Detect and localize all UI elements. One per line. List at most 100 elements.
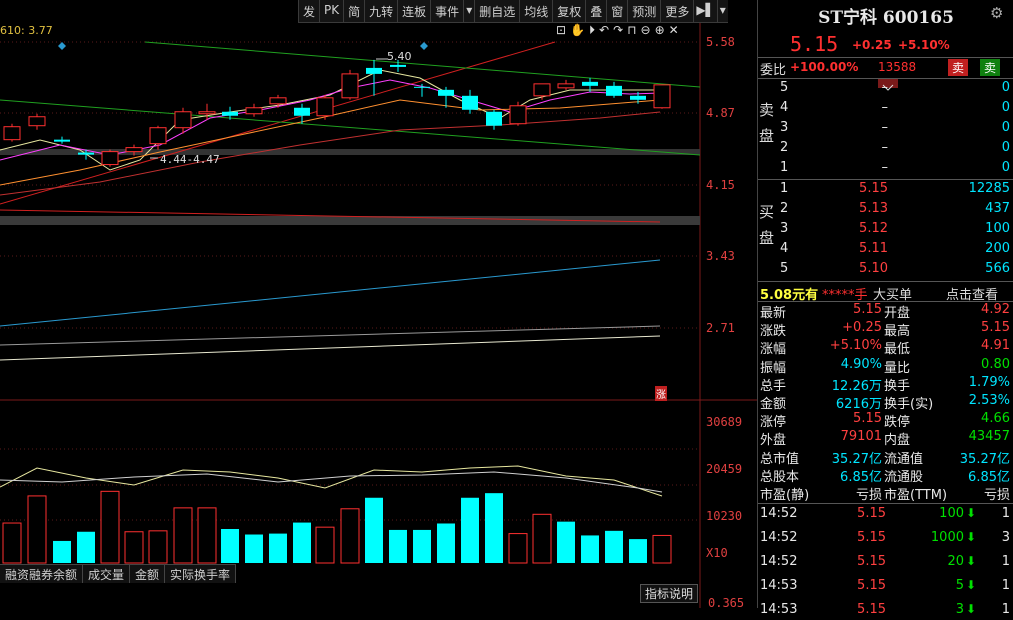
toolbar-item[interactable]: 均线 [519,0,552,22]
candle[interactable] [316,97,334,117]
trend-line[interactable] [0,335,661,361]
volume-bar[interactable] [461,497,479,563]
candle[interactable] [294,107,310,116]
toolbar-item[interactable]: 窗 [606,0,627,22]
candle[interactable] [198,111,216,115]
ask-row[interactable]: 5 – 0 [758,80,1013,98]
candle[interactable] [630,95,646,100]
toolbar-item[interactable]: 预测 [627,0,660,22]
volume-bar[interactable] [77,531,95,563]
volume-bar[interactable] [124,531,144,564]
play-icon[interactable]: ⏵ [589,23,595,38]
stat-row[interactable]: 涨幅 +5.10% 最低 4.91 [758,338,1013,357]
candle[interactable] [462,95,478,110]
candle[interactable] [438,89,454,96]
undo-icon[interactable]: ↶ [599,23,609,38]
candle[interactable] [245,107,263,115]
stat-row[interactable]: 振幅 4.90% 量比 0.80 [758,357,1013,376]
bid-row[interactable]: 1 5.15 12285 [758,181,1013,199]
event-marker-icon[interactable] [58,42,66,50]
stat-row[interactable]: 涨跌 +0.25 最高 5.15 [758,320,1013,339]
candle[interactable] [3,126,21,141]
candle[interactable] [509,105,527,125]
volume-bar[interactable] [315,526,335,564]
volume-bar[interactable] [365,497,383,563]
volume-bar[interactable] [173,507,193,564]
stat-row[interactable]: 最新 5.15 开盘 4.92 [758,302,1013,321]
volume-bar[interactable] [100,490,120,564]
volume-bar[interactable] [485,493,503,563]
tab-amount[interactable]: 金额 [130,565,166,583]
buy-button[interactable]: 卖 [980,59,1001,76]
volume-bar[interactable] [245,534,263,563]
volume-bar[interactable] [148,530,168,564]
volume-bar[interactable] [629,539,647,563]
toolbar-dropdown-icon[interactable]: ▾ [716,0,728,22]
candle[interactable] [366,67,382,74]
hand-icon[interactable]: ✋ [570,23,585,38]
toolbar-item[interactable]: PK [319,0,343,22]
stat-row[interactable]: 涨停 5.15 跌停 4.66 [758,411,1013,430]
candle[interactable] [606,85,622,96]
candle[interactable] [341,73,359,99]
volume-bar[interactable] [652,534,672,564]
trend-line[interactable] [0,259,661,327]
candle[interactable] [486,111,502,126]
stat-row[interactable]: 市盈(静) 亏损 市盈(TTM) 亏损 [758,484,1013,503]
event-marker-icon[interactable] [420,42,428,50]
bid-row[interactable]: 4 5.11 200 [758,241,1013,259]
volume-bar[interactable] [27,495,47,564]
toolbar-item[interactable]: 复权 [552,0,585,22]
volume-bar[interactable] [53,540,71,563]
candle[interactable] [557,83,575,89]
tab-volume[interactable]: 成交量 [83,565,131,583]
lock-icon[interactable]: ⊓ [627,23,636,38]
volume-bar[interactable] [293,522,311,563]
volume-bar[interactable] [437,523,455,563]
volume-bar[interactable] [221,529,239,563]
candle[interactable] [174,111,192,129]
tab-margin-balance[interactable]: 融资融券余额 [0,565,84,583]
toolbar-item[interactable]: 事件 [430,0,463,22]
candle[interactable] [125,147,143,153]
ask-row[interactable]: 2 – 0 [758,140,1013,158]
bid-row[interactable]: 2 5.13 437 [758,201,1013,219]
toolbar-item[interactable]: 叠 [585,0,606,22]
settings-gear-icon[interactable]: ⚙ [990,4,1003,22]
ask-row[interactable]: 3 – 0 [758,120,1013,138]
stat-row[interactable]: 总市值 35.27亿 流通值 35.27亿 [758,448,1013,467]
close-icon[interactable]: ✕ [669,23,679,38]
kline-chart[interactable]: 610: 3.77 5.40 4.44-4.47 ⊡ ✋ ⏵ ↶ ↷ ⊓ ⊖ ⊕… [0,0,757,610]
volume-bar[interactable] [389,529,407,563]
stat-row[interactable]: 总手 12.26万 换手 1.79% [758,375,1013,394]
stat-row[interactable]: 金额 6216万 换手(实) 2.53% [758,393,1013,412]
indicator-help-button[interactable]: 指标说明 [640,584,699,603]
zoom-fit-icon[interactable]: ⊡ [556,23,566,38]
candle[interactable] [28,116,46,127]
candle[interactable] [582,81,598,86]
candle[interactable] [222,111,238,116]
trend-line[interactable] [0,325,661,346]
candle[interactable] [653,84,671,109]
trend-line[interactable] [0,41,556,205]
bid-row[interactable]: 3 5.12 100 [758,221,1013,239]
toolbar-item[interactable]: 九转 [364,0,397,22]
sell-button[interactable]: 卖 [948,59,969,76]
ask-row[interactable]: 4 – 0 [758,100,1013,118]
volume-bar[interactable] [413,529,431,563]
stat-row[interactable]: 总股本 6.85亿 流通股 6.85亿 [758,466,1013,485]
kline-svg[interactable] [0,0,757,608]
candle[interactable] [533,83,551,97]
zoom-in-icon[interactable]: ⊕ [655,23,665,38]
candle[interactable] [149,127,167,145]
candle[interactable] [78,152,94,155]
toolbar-item[interactable]: 连板 [397,0,430,22]
volume-bar[interactable] [269,533,287,563]
volume-bar[interactable] [2,522,22,564]
tab-turnover[interactable]: 实际换手率 [165,565,237,583]
candle[interactable] [54,139,70,142]
volume-bar[interactable] [532,513,552,564]
toolbar-item[interactable]: 简 [343,0,364,22]
zoom-out-icon[interactable]: ⊖ [641,23,651,38]
candle[interactable] [101,151,119,166]
